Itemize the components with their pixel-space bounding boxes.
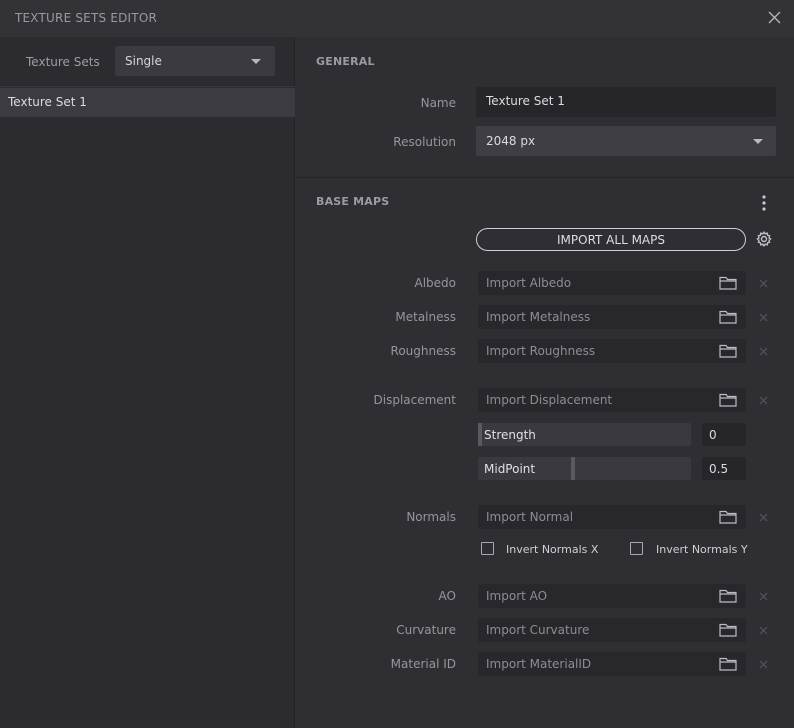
curvature-placeholder: Import Curvature: [486, 623, 590, 637]
resolution-select[interactable]: 2048 px: [476, 126, 776, 156]
slider-handle[interactable]: [478, 423, 482, 446]
texture-set-item-label: Texture Set 1: [8, 95, 87, 109]
albedo-placeholder: Import Albedo: [486, 276, 572, 290]
title-bar: TEXTURE SETS EDITOR: [0, 0, 794, 37]
normals-placeholder: Import Normal: [486, 510, 574, 524]
displacement-import-field[interactable]: Import Displacement: [478, 388, 746, 412]
ao-placeholder: Import AO: [486, 589, 548, 603]
midpoint-label: MidPoint: [484, 462, 536, 476]
displacement-placeholder: Import Displacement: [486, 393, 613, 407]
albedo-import-field[interactable]: Import Albedo: [478, 271, 746, 295]
midpoint-value: 0.5: [709, 462, 729, 476]
name-label: Name: [420, 96, 456, 110]
divider: [0, 86, 295, 87]
ao-label: AO: [438, 589, 456, 603]
section-divider: [296, 177, 794, 178]
strength-value: 0: [709, 428, 717, 442]
strength-slider[interactable]: Strength: [478, 423, 691, 446]
texture-sets-panel: Texture Sets Single Texture Set 1: [0, 37, 295, 728]
chevron-down-icon: [251, 59, 261, 64]
name-value: Texture Set 1: [486, 94, 565, 108]
import-all-maps-button[interactable]: IMPORT ALL MAPS: [476, 228, 746, 251]
folder-icon[interactable]: [719, 589, 737, 603]
folder-icon[interactable]: [719, 393, 737, 407]
section-title-base-maps: BASE MAPS: [316, 195, 390, 208]
window-title: TEXTURE SETS EDITOR: [15, 11, 158, 25]
invert-normals-y-label: Invert Normals Y: [656, 543, 748, 556]
clear-icon[interactable]: [759, 313, 768, 322]
metalness-import-field[interactable]: Import Metalness: [478, 305, 746, 329]
strength-input[interactable]: 0: [702, 423, 746, 446]
albedo-label: Albedo: [414, 276, 456, 290]
properties-panel: GENERAL Name Texture Set 1 Resolution 20…: [296, 37, 794, 728]
gear-icon[interactable]: [755, 230, 773, 248]
more-options-icon[interactable]: [760, 194, 768, 212]
texture-sets-mode-select[interactable]: Single: [115, 46, 275, 76]
curvature-label: Curvature: [396, 623, 456, 637]
ao-import-field[interactable]: Import AO: [478, 584, 746, 608]
texture-set-item[interactable]: Texture Set 1: [0, 88, 295, 117]
invert-normals-x-checkbox[interactable]: [481, 542, 494, 555]
name-field[interactable]: Texture Set 1: [476, 87, 776, 117]
folder-icon[interactable]: [719, 510, 737, 524]
texture-sets-mode-value: Single: [125, 54, 162, 68]
clear-icon[interactable]: [759, 660, 768, 669]
clear-icon[interactable]: [759, 279, 768, 288]
material-id-placeholder: Import MaterialID: [486, 657, 592, 671]
invert-normals-y-checkbox[interactable]: [630, 542, 643, 555]
material-id-import-field[interactable]: Import MaterialID: [478, 652, 746, 676]
midpoint-slider[interactable]: MidPoint: [478, 457, 691, 480]
folder-icon[interactable]: [719, 344, 737, 358]
metalness-label: Metalness: [395, 310, 456, 324]
roughness-import-field[interactable]: Import Roughness: [478, 339, 746, 363]
curvature-import-field[interactable]: Import Curvature: [478, 618, 746, 642]
folder-icon[interactable]: [719, 276, 737, 290]
roughness-label: Roughness: [390, 344, 456, 358]
clear-icon[interactable]: [759, 513, 768, 522]
normals-import-field[interactable]: Import Normal: [478, 505, 746, 529]
texture-sets-label: Texture Sets: [26, 55, 100, 69]
folder-icon[interactable]: [719, 623, 737, 637]
import-all-maps-label: IMPORT ALL MAPS: [557, 233, 665, 247]
slider-handle[interactable]: [571, 457, 575, 480]
resolution-value: 2048 px: [486, 134, 536, 148]
folder-icon[interactable]: [719, 657, 737, 671]
chevron-down-icon: [753, 139, 763, 144]
displacement-label: Displacement: [373, 393, 457, 407]
normals-label: Normals: [406, 510, 456, 524]
invert-normals-x-label: Invert Normals X: [506, 543, 599, 556]
clear-icon[interactable]: [759, 592, 768, 601]
strength-label: Strength: [484, 428, 536, 442]
roughness-placeholder: Import Roughness: [486, 344, 596, 358]
clear-icon[interactable]: [759, 626, 768, 635]
resolution-label: Resolution: [393, 135, 456, 149]
material-id-label: Material ID: [390, 657, 456, 671]
folder-icon[interactable]: [719, 310, 737, 324]
close-icon[interactable]: [766, 9, 783, 26]
clear-icon[interactable]: [759, 396, 768, 405]
metalness-placeholder: Import Metalness: [486, 310, 591, 324]
midpoint-input[interactable]: 0.5: [702, 457, 746, 480]
clear-icon[interactable]: [759, 347, 768, 356]
section-title-general: GENERAL: [316, 55, 375, 68]
